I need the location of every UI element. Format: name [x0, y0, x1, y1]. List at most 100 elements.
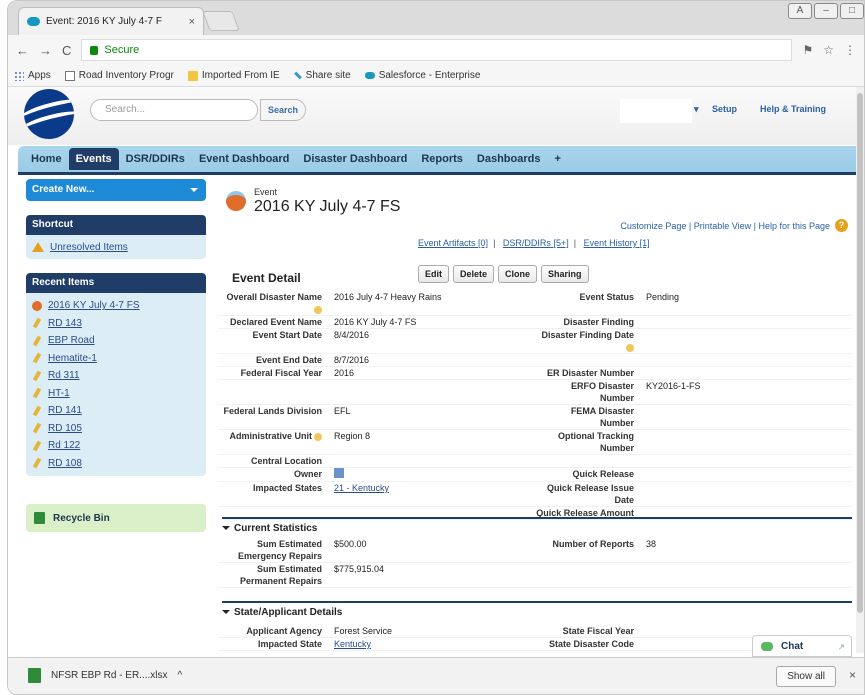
field-label: Disaster Finding — [536, 316, 642, 328]
recent-item[interactable]: 2016 KY July 4-7 FS — [26, 297, 206, 315]
download-item[interactable]: NFSR EBP Rd - ER....xlsx ^ — [28, 668, 182, 683]
chat-widget[interactable]: Chat ↗ — [752, 635, 852, 657]
field-row: Federal Lands Division EFL FEMA Disaster N… — [218, 405, 852, 430]
recent-item[interactable]: RD 108 — [26, 455, 206, 473]
field-label: Owner — [218, 468, 330, 481]
field-label: Number of Reports — [536, 538, 642, 562]
field-label: Quick Release — [536, 468, 642, 481]
page-scrollbar[interactable] — [856, 87, 864, 653]
field-value-text: Forest Service — [334, 626, 393, 636]
recent-item[interactable]: RD 105 — [26, 420, 206, 438]
field-value — [642, 430, 852, 454]
tab-dashboards[interactable]: Dashboards — [470, 153, 548, 165]
scrollbar-thumb[interactable] — [857, 93, 863, 613]
reload-icon[interactable]: C — [62, 43, 71, 58]
minimize-icon[interactable]: – — [814, 3, 838, 19]
field-value-text: 2016 — [334, 368, 355, 378]
recent-item[interactable]: Hematite-1 — [26, 350, 206, 368]
back-icon[interactable]: ← — [16, 43, 29, 58]
profile-icon[interactable]: A — [788, 3, 812, 19]
close-download-bar-icon[interactable]: × — [849, 668, 856, 682]
delete-button[interactable]: Delete — [453, 265, 495, 283]
field-value — [642, 563, 852, 587]
expand-icon[interactable]: ↗ — [837, 636, 845, 658]
field-value-text: $500.00 — [334, 539, 367, 549]
owner-avatar-icon[interactable] — [334, 468, 344, 478]
bookmark-star-icon[interactable]: ☆ — [823, 43, 834, 57]
bookmark-salesforce[interactable]: Salesforce - Enterprise — [364, 70, 480, 81]
recycle-bin[interactable]: Recycle Bin — [26, 504, 206, 532]
new-tab-button[interactable] — [202, 11, 240, 31]
field-label-text: Owner — [293, 469, 322, 479]
state-applicant-section-header[interactable]: State/Applicant Details — [222, 601, 852, 618]
forward-icon[interactable]: → — [39, 43, 52, 58]
info-icon[interactable] — [314, 305, 322, 314]
browser-tab[interactable]: Event: 2016 KY July 4-7 F × — [18, 7, 204, 35]
bookmark-apps[interactable]: Apps — [14, 70, 51, 81]
user-menu[interactable] — [620, 99, 692, 123]
menu-icon[interactable]: ⋮ — [844, 43, 856, 57]
address-bar[interactable]: Secure — [81, 39, 793, 61]
field-value: 38 — [646, 539, 657, 549]
chevron-up-icon[interactable]: ^ — [178, 670, 183, 681]
field-value[interactable]: 21 - Kentucky — [330, 482, 536, 506]
user-menu-chevron-icon[interactable]: ▾ — [694, 104, 699, 115]
dsr-ddirs-link[interactable]: DSR/DDIRs [5+] — [503, 238, 569, 248]
field-label-text: State Disaster Code — [548, 639, 634, 649]
event-history-link[interactable]: Event History [1] — [584, 238, 650, 248]
page-links[interactable]: Customize Page | Printable View | Help f… — [620, 221, 830, 231]
extension-icon[interactable]: ⚑ — [802, 43, 813, 57]
tab-event-dashboard[interactable]: Event Dashboard — [192, 153, 296, 165]
field-value[interactable]: Kentucky — [330, 638, 536, 650]
tab-home[interactable]: Home — [24, 153, 69, 165]
show-all-button[interactable]: Show all — [776, 666, 836, 687]
recent-item[interactable]: RD 143 — [26, 315, 206, 333]
recent-item[interactable]: HT-1 — [26, 385, 206, 403]
field-label: Declared Event Name — [218, 316, 330, 328]
field-label: State Disaster Code — [536, 638, 642, 650]
tab-reports[interactable]: Reports — [414, 153, 470, 165]
help-icon[interactable]: ? — [835, 219, 848, 232]
pencil-icon — [32, 440, 42, 452]
field-label: Event Status — [536, 291, 642, 315]
recent-item[interactable]: EBP Road — [26, 332, 206, 350]
sharing-button[interactable]: Sharing — [541, 265, 589, 283]
tab-events[interactable]: Events — [68, 148, 119, 170]
field-value-text: EFL — [334, 406, 351, 416]
current-statistics-section-header[interactable]: Current Statistics — [222, 517, 852, 534]
field-value: Pending — [646, 292, 680, 302]
field-label-text: Overall Disaster Name — [226, 292, 322, 302]
shortcut-unresolved-items[interactable]: Unresolved Items — [26, 235, 206, 259]
bookmark-road-inventory[interactable]: Road Inventory Progr — [64, 70, 174, 81]
info-icon[interactable] — [626, 343, 634, 352]
pencil-icon — [32, 387, 42, 399]
bookmark-share-site[interactable]: Share site — [293, 70, 351, 81]
setup-link[interactable]: Setup — [712, 104, 737, 114]
info-icon[interactable] — [314, 432, 322, 441]
field-value: Region 8 — [330, 430, 536, 454]
field-value-text: Kentucky — [334, 639, 372, 649]
tab-add[interactable]: + — [547, 153, 567, 165]
edit-button[interactable]: Edit — [418, 265, 449, 283]
create-new-dropdown[interactable]: Create New... — [26, 179, 206, 201]
field-label — [218, 380, 330, 404]
maximize-icon[interactable]: □ — [840, 3, 864, 19]
recent-item[interactable]: RD 141 — [26, 402, 206, 420]
tab-close-icon[interactable]: × — [189, 16, 195, 28]
tab-dsr-ddirs[interactable]: DSR/DDIRs — [119, 153, 192, 165]
tab-disaster-dashboard[interactable]: Disaster Dashboard — [296, 153, 414, 165]
event-artifacts-link[interactable]: Event Artifacts [0] — [418, 238, 488, 248]
recycle-bin-icon — [34, 512, 45, 524]
download-bar: NFSR EBP Rd - ER....xlsx ^ Show all × — [8, 657, 864, 694]
help-training-link[interactable]: Help & Training — [760, 104, 826, 114]
recent-item[interactable]: Rd 311 — [26, 367, 206, 385]
recent-item-label: EBP Road — [48, 335, 95, 347]
clone-button[interactable]: Clone — [498, 265, 538, 283]
bookmarks-bar: Apps Road Inventory Progr Imported From … — [8, 65, 864, 87]
search-input[interactable]: Search... — [90, 99, 258, 121]
recent-item[interactable]: Rd 122 — [26, 437, 206, 455]
search-button[interactable]: Search — [260, 99, 306, 121]
bookmark-imported[interactable]: Imported From IE — [187, 70, 280, 81]
dot-logo-icon[interactable] — [24, 89, 74, 139]
field-value-text: 8/4/2016 — [334, 330, 370, 340]
